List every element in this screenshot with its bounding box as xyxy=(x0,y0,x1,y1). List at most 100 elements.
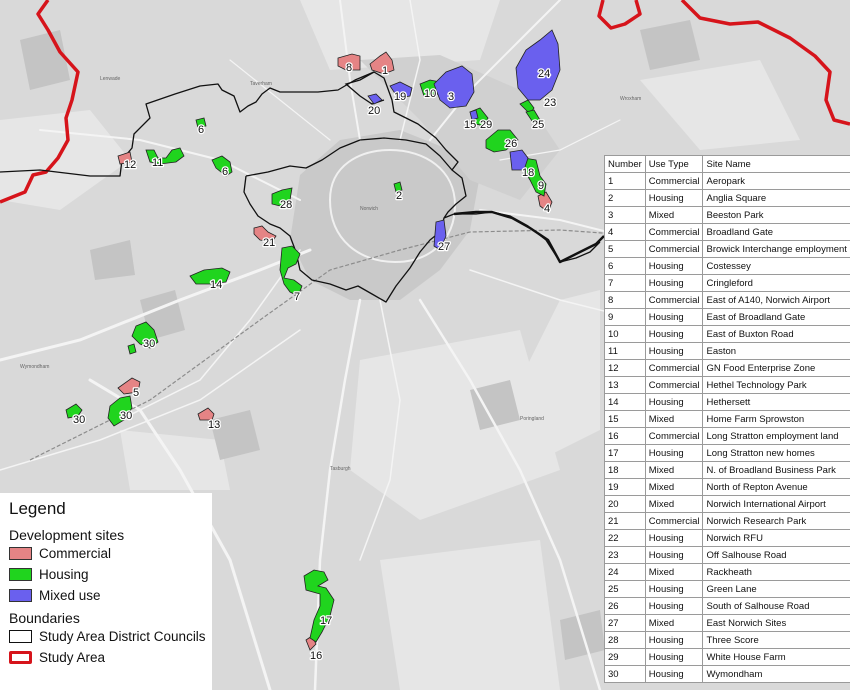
table-row: 21 Commercial Norwich Research Park xyxy=(604,512,850,530)
cell-use-type: Housing xyxy=(644,665,704,683)
cell-site-name: Anglia Square xyxy=(702,189,850,207)
cell-use-type: Commercial xyxy=(644,376,704,394)
study-area-label: Study Area xyxy=(39,650,106,665)
table-row: 9 Housing East of Broadland Gate xyxy=(604,308,850,326)
cell-number: 21 xyxy=(604,512,646,530)
label-29: 29 xyxy=(480,119,492,131)
cell-number: 16 xyxy=(604,427,646,445)
label-17: 17 xyxy=(320,615,332,627)
svg-text:Wroxham: Wroxham xyxy=(620,96,641,102)
legend-mixed: Mixed use xyxy=(9,585,212,606)
cell-site-name: Hethersett xyxy=(702,393,850,411)
table-row: 2 Housing Anglia Square xyxy=(604,189,850,207)
cell-use-type: Housing xyxy=(644,648,704,666)
cell-site-name: Long Stratton new homes xyxy=(702,444,850,462)
table-row: 14 Housing Hethersett xyxy=(604,393,850,411)
cell-number: 11 xyxy=(604,342,646,360)
mixed-use-label: Mixed use xyxy=(39,588,101,603)
cell-site-name: Easton xyxy=(702,342,850,360)
cell-site-name: Three Score xyxy=(702,631,850,649)
cell-site-name: Long Stratton employment land xyxy=(702,427,850,445)
label-9: 9 xyxy=(538,180,544,192)
label-8: 8 xyxy=(346,62,352,74)
legend-boundaries-heading: Boundaries xyxy=(9,610,80,626)
housing-swatch xyxy=(9,568,32,581)
cell-number: 8 xyxy=(604,291,646,309)
cell-use-type: Mixed xyxy=(644,563,704,581)
cell-site-name: Costessey xyxy=(702,257,850,275)
cell-site-name: East of A140, Norwich Airport xyxy=(702,291,850,309)
svg-text:Poringland: Poringland xyxy=(520,416,544,422)
label-18: 18 xyxy=(522,167,534,179)
header-number: Number xyxy=(604,155,646,173)
cell-number: 14 xyxy=(604,393,646,411)
cell-number: 9 xyxy=(604,308,646,326)
cell-site-name: Browick Interchange employment xyxy=(702,240,850,258)
legend-councils: Study Area District Councils xyxy=(9,626,212,647)
cell-number: 4 xyxy=(604,223,646,241)
cell-site-name: Norwich Research Park xyxy=(702,512,850,530)
label-6b: 6 xyxy=(222,166,228,178)
label-25: 25 xyxy=(532,119,544,131)
councils-label: Study Area District Councils xyxy=(39,629,206,644)
mixed-use-swatch xyxy=(9,589,32,602)
table-row: 16 Commercial Long Stratton employment lan… xyxy=(604,427,850,445)
cell-use-type: Housing xyxy=(644,546,704,564)
commercial-label: Commercial xyxy=(39,546,112,561)
svg-text:Lenwade: Lenwade xyxy=(100,76,121,82)
label-2: 2 xyxy=(396,190,402,202)
cell-use-type: Commercial xyxy=(644,427,704,445)
label-15: 15 xyxy=(464,119,476,131)
cell-number: 20 xyxy=(604,495,646,513)
council-boundary-swatch xyxy=(9,630,32,643)
cell-site-name: Norwich RFU xyxy=(702,529,850,547)
cell-number: 24 xyxy=(604,563,646,581)
label-14: 14 xyxy=(210,279,222,291)
table-row: 19 Mixed North of Repton Avenue xyxy=(604,478,850,496)
cell-use-type: Housing xyxy=(644,580,704,598)
legend-study-area: Study Area xyxy=(9,647,212,668)
table-row: 13 Commercial Hethel Technology Park xyxy=(604,376,850,394)
label-23: 23 xyxy=(544,97,556,109)
cell-number: 7 xyxy=(604,274,646,292)
table-header-row: Number Use Type Site Name xyxy=(604,155,850,173)
svg-text:Tasburgh: Tasburgh xyxy=(330,466,351,472)
table-row: 6 Housing Costessey xyxy=(604,257,850,275)
label-20: 20 xyxy=(368,105,380,117)
label-4: 4 xyxy=(544,203,550,215)
cell-use-type: Housing xyxy=(644,325,704,343)
cell-site-name: Wymondham xyxy=(702,665,850,683)
cell-use-type: Mixed xyxy=(644,614,704,632)
cell-site-name: N. of Broadland Business Park xyxy=(702,461,850,479)
table-row: 11 Housing Easton xyxy=(604,342,850,360)
cell-number: 13 xyxy=(604,376,646,394)
table-row: 22 Housing Norwich RFU xyxy=(604,529,850,547)
cell-use-type: Mixed xyxy=(644,410,704,428)
study-area-swatch xyxy=(9,651,32,664)
sites-table: Number Use Type Site Name 1 Commercial Aer… xyxy=(604,155,850,683)
cell-use-type: Commercial xyxy=(644,240,704,258)
cell-use-type: Mixed xyxy=(644,478,704,496)
label-16: 16 xyxy=(310,650,322,662)
legend-development-heading: Development sites xyxy=(9,527,125,543)
cell-number: 6 xyxy=(604,257,646,275)
cell-number: 19 xyxy=(604,478,646,496)
label-19: 19 xyxy=(394,91,406,103)
table-row: 12 Commercial GN Food Enterprise Zone xyxy=(604,359,850,377)
cell-use-type: Housing xyxy=(644,597,704,615)
svg-text:Taverham: Taverham xyxy=(250,81,272,87)
cell-use-type: Mixed xyxy=(644,495,704,513)
commercial-swatch xyxy=(9,547,32,560)
cell-use-type: Mixed xyxy=(644,206,704,224)
cell-use-type: Commercial xyxy=(644,359,704,377)
label-3: 3 xyxy=(448,91,454,103)
table-row: 10 Housing East of Buxton Road xyxy=(604,325,850,343)
label-13: 13 xyxy=(208,419,220,431)
cell-site-name: Norwich International Airport xyxy=(702,495,850,513)
cell-number: 29 xyxy=(604,648,646,666)
label-28: 28 xyxy=(280,199,292,211)
cell-use-type: Commercial xyxy=(644,291,704,309)
table-row: 15 Mixed Home Farm Sprowston xyxy=(604,410,850,428)
table-row: 28 Housing Three Score xyxy=(604,631,850,649)
cell-number: 1 xyxy=(604,172,646,190)
